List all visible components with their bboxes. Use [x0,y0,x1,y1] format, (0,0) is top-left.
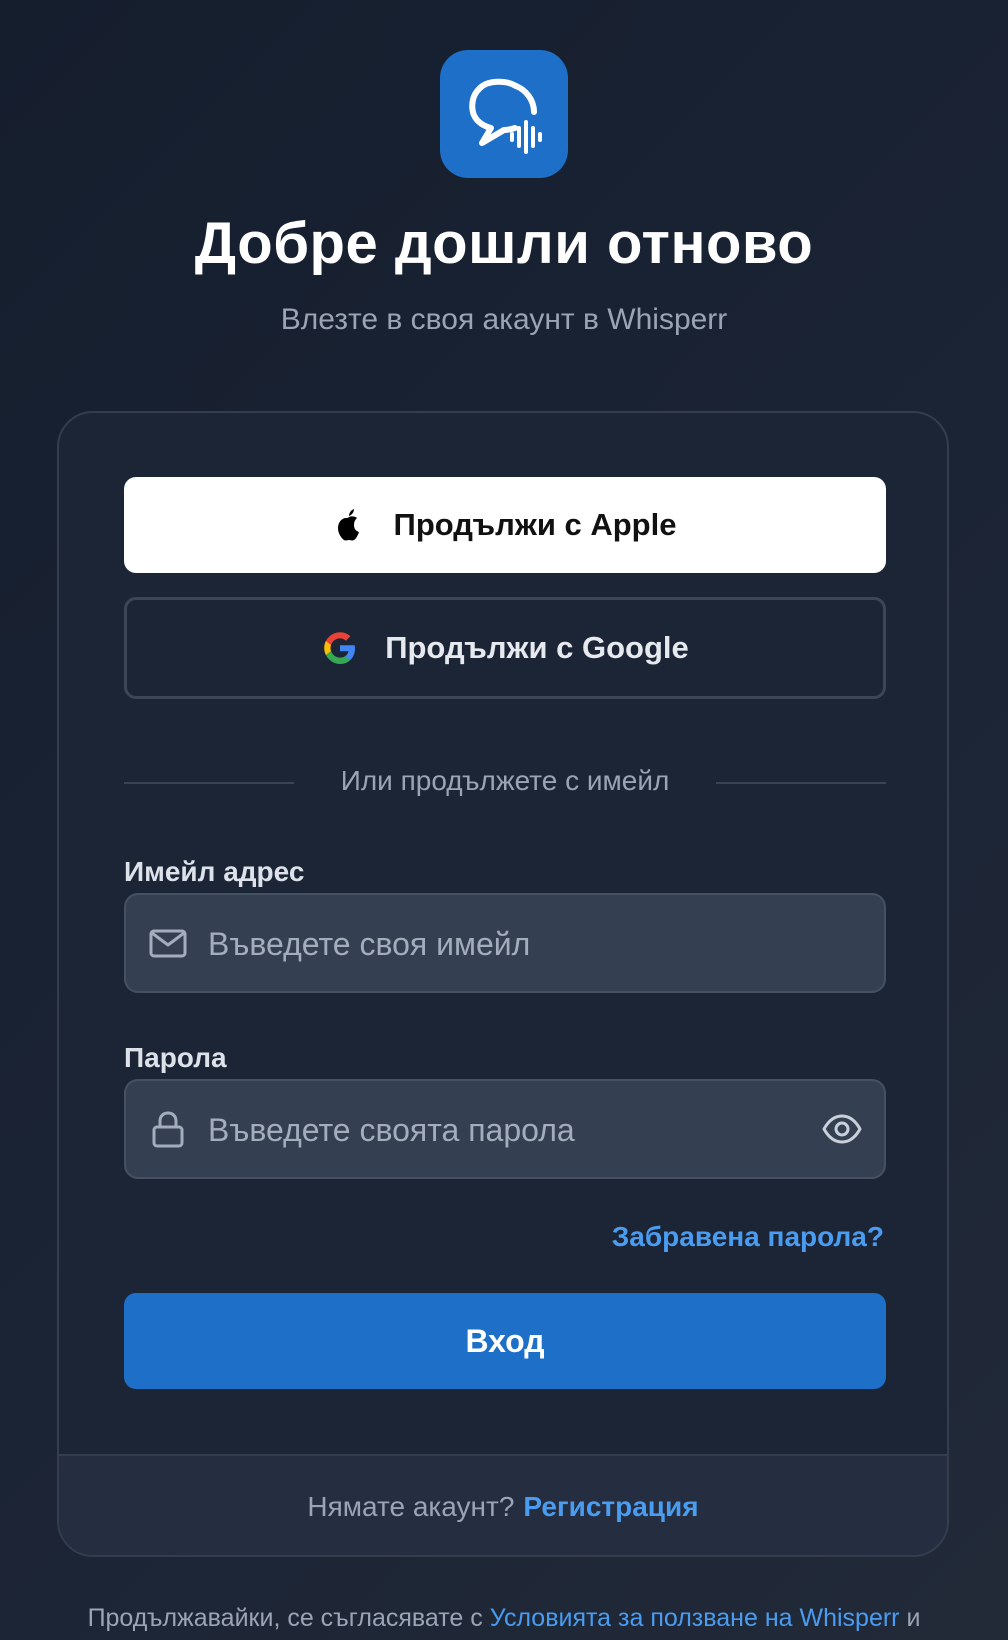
legal-notice: Продължавайки, се съгласявате с Условият… [0,1604,1008,1633]
login-card: Продължи с Apple Продължи с Google Или п… [57,411,949,1557]
divider-text: Или продължете с имейл [340,765,670,796]
email-field[interactable] [124,893,886,993]
continue-with-apple-button[interactable]: Продължи с Apple [124,477,886,573]
legal-prefix: Продължавайки, се съгласявате с [87,1604,490,1632]
signup-prompt: Нямате акаунт? Регистрация [59,1454,947,1555]
chat-bubble-soundwave-icon [469,78,542,154]
email-label: Имейл адрес [124,856,305,887]
continue-with-google-button[interactable]: Продължи с Google [124,597,886,699]
no-account-text: Нямате акаунт? [307,1490,515,1522]
mail-icon [149,929,187,958]
login-button[interactable]: Вход [124,1293,886,1389]
page-subtitle: Влезте в своя акаунт в Whisperr [280,303,728,336]
divider-line-right [716,782,886,784]
email-input[interactable] [206,895,810,993]
lock-icon [152,1111,184,1148]
signup-link[interactable]: Регистрация [523,1491,698,1523]
apple-icon [337,509,359,541]
legal-suffix: и [899,1604,921,1632]
terms-link[interactable]: Условията за ползване на Whisperr [490,1604,900,1632]
app-logo [440,50,568,178]
or-divider: Или продължете с имейл [124,763,886,803]
password-field[interactable] [124,1079,886,1179]
apple-button-label: Продължи с Apple [393,507,677,542]
password-input[interactable] [206,1081,810,1179]
divider-line-left [124,782,294,784]
google-button-label: Продължи с Google [385,630,689,665]
page-title: Добре дошли отново [194,211,814,276]
forgot-password-link[interactable]: Забравена парола? [612,1221,884,1253]
google-icon [324,632,356,664]
password-label: Парола [124,1042,227,1073]
eye-icon[interactable] [822,1109,862,1149]
